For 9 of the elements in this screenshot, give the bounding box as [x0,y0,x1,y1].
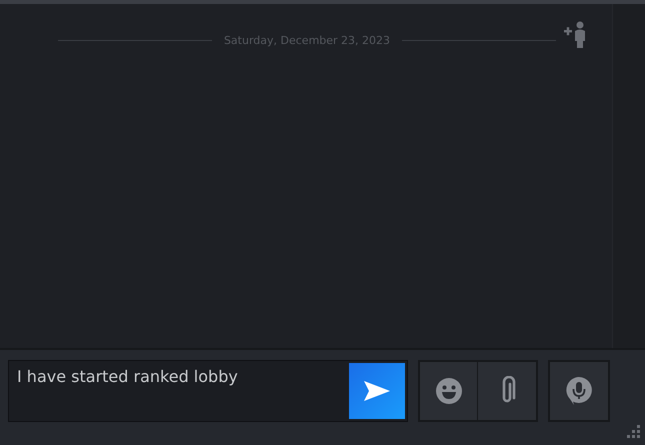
date-divider: Saturday, December 23, 2023 [224,34,390,47]
resize-grip-icon[interactable] [627,425,640,438]
smiley-icon [436,378,462,404]
attach-button[interactable] [478,362,536,420]
emoji-button[interactable] [420,362,478,420]
voice-button[interactable] [550,362,608,420]
add-person-icon [564,22,585,48]
microphone-bubble-icon [566,377,592,405]
paperclip-icon [502,376,516,402]
